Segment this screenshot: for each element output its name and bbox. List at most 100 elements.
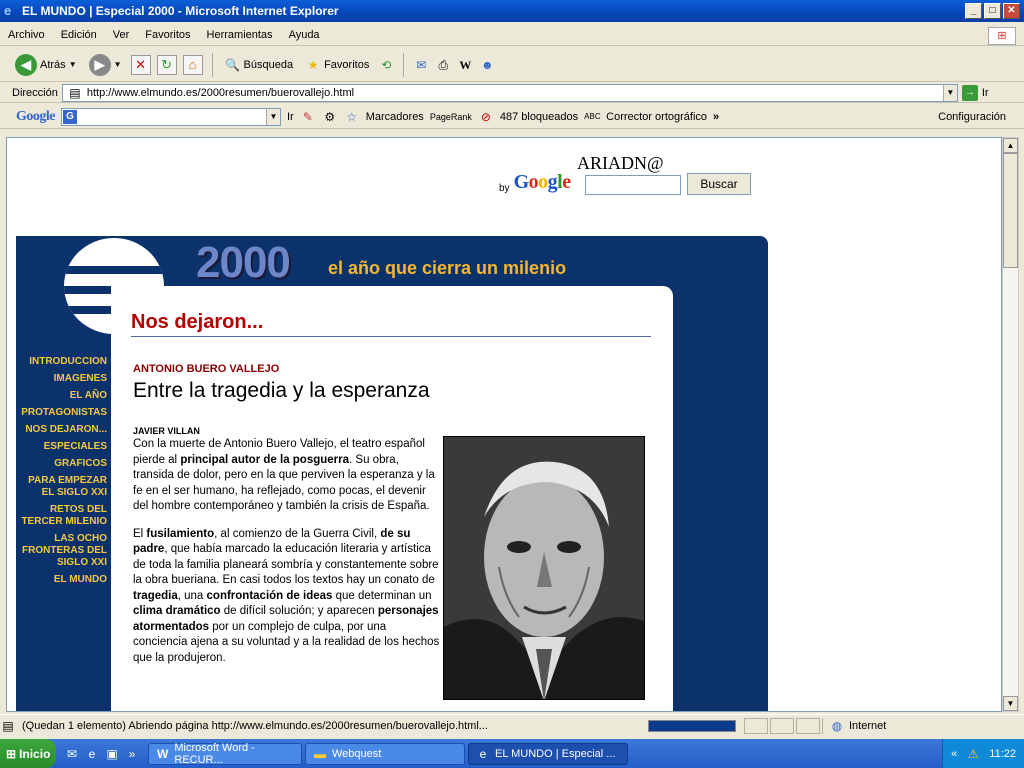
- article-byline: JAVIER VILLAN: [133, 426, 200, 436]
- search-site-icon[interactable]: ⚙: [322, 109, 338, 125]
- close-button[interactable]: ✕: [1003, 3, 1020, 19]
- forward-button[interactable]: ▶ ▼: [86, 53, 125, 76]
- bookmarks-menu[interactable]: Marcadores: [366, 111, 424, 123]
- nav-especiales[interactable]: ESPECIALES: [16, 441, 110, 453]
- buscar-button[interactable]: Buscar: [687, 173, 751, 195]
- loading-page-icon: ▤: [2, 718, 14, 733]
- article-body: Con la muerte de Antonio Buero Vallejo, …: [133, 437, 441, 678]
- section-divider: [131, 336, 651, 337]
- elmundo-2000-banner: 2000 el año que cierra un milenio INTROD…: [16, 236, 768, 711]
- nav-el-mundo[interactable]: EL MUNDO: [16, 574, 110, 586]
- print-icon[interactable]: ⎙: [435, 57, 451, 73]
- popup-blocked-count[interactable]: 487 bloqueados: [500, 111, 578, 123]
- window-titlebar[interactable]: e EL MUNDO | Especial 2000 - Microsoft I…: [0, 0, 1024, 22]
- section-title: Nos dejaron...: [131, 311, 264, 333]
- minimize-button[interactable]: _: [965, 3, 982, 19]
- windows-logo-icon: ⊞: [988, 27, 1016, 45]
- word-edit-icon[interactable]: W: [457, 57, 473, 73]
- nav-retos[interactable]: RETOS DEL TERCER MILENIO: [16, 504, 110, 528]
- menu-favoritos[interactable]: Favoritos: [137, 29, 198, 41]
- stop-icon[interactable]: ✕: [130, 54, 151, 75]
- favorites-label: Favoritos: [324, 58, 370, 71]
- google-logo: Google: [513, 171, 572, 193]
- task-word[interactable]: W Microsoft Word - RECUR...: [148, 741, 302, 766]
- back-button[interactable]: ◀ Atrás ▼: [12, 53, 80, 76]
- google-search-input[interactable]: G ▼: [61, 107, 281, 126]
- section-nav: INTRODUCCION IMAGENES EL AÑO PROTAGONIST…: [16, 356, 110, 591]
- more-quicklaunch-icon[interactable]: »: [124, 746, 140, 762]
- start-button[interactable]: ⊞ Inicio: [0, 739, 56, 768]
- nav-para-empezar[interactable]: PARA EMPEZAR EL SIGLO XXI: [16, 475, 110, 499]
- window-title: EL MUNDO | Especial 2000 - Microsoft Int…: [22, 4, 339, 18]
- news-icon[interactable]: ✎: [300, 109, 316, 125]
- spellcheck-button[interactable]: Corrector ortográfico: [606, 111, 707, 123]
- refresh-icon[interactable]: ↻: [156, 54, 177, 75]
- favorites-button[interactable]: ★ Favoritos: [302, 57, 372, 73]
- menu-archivo[interactable]: Archivo: [0, 29, 53, 41]
- menu-ayuda[interactable]: Ayuda: [281, 29, 328, 41]
- task-webquest[interactable]: ▬ Webquest: [305, 742, 465, 765]
- scroll-up-arrow-icon[interactable]: ▲: [1003, 138, 1018, 153]
- nav-graficos[interactable]: GRAFICOS: [16, 458, 110, 470]
- home-icon[interactable]: ⌂: [182, 54, 203, 75]
- toolbar-separator: [403, 52, 405, 77]
- bookmark-star-icon: ☆: [346, 109, 358, 124]
- back-dropdown-icon[interactable]: ▼: [69, 60, 77, 69]
- address-bar: Dirección ▤ http://www.elmundo.es/2000re…: [0, 83, 1024, 103]
- nav-fronteras[interactable]: LAS OCHO FRONTERAS DEL SIGLO XXI: [16, 533, 110, 569]
- nav-el-ano[interactable]: EL AÑO: [16, 390, 110, 402]
- task-elmundo[interactable]: e EL MUNDO | Especial ...: [468, 742, 628, 765]
- tray-expand-icon[interactable]: «: [951, 748, 957, 760]
- more-chevron-icon[interactable]: »: [713, 111, 719, 123]
- scroll-thumb[interactable]: [1003, 153, 1018, 268]
- nav-imagenes[interactable]: IMAGENES: [16, 373, 110, 385]
- status-cell: [770, 717, 794, 734]
- ie-quicklaunch-icon[interactable]: e: [84, 746, 100, 762]
- status-cell: [796, 717, 820, 734]
- outlook-icon[interactable]: ✉: [64, 746, 80, 762]
- mail-icon[interactable]: ✉: [413, 57, 429, 73]
- windows-flag-icon: ⊞: [6, 746, 17, 761]
- ariadna-title: ARIADN@: [577, 153, 664, 173]
- task-word-label: Microsoft Word - RECUR...: [174, 741, 255, 766]
- nav-introduccion[interactable]: INTRODUCCION: [16, 356, 110, 368]
- nav-nos-dejaron[interactable]: NOS DEJARON...: [16, 424, 110, 436]
- google-settings-button[interactable]: Configuración: [938, 111, 1024, 123]
- pagerank-indicator[interactable]: PageRank: [430, 112, 472, 122]
- go-button[interactable]: Ir: [982, 87, 989, 99]
- ariadna-search-input[interactable]: [585, 175, 681, 195]
- address-dropdown-icon[interactable]: ▼: [942, 84, 957, 101]
- loading-progress-bar: [648, 719, 736, 732]
- nav-protagonistas[interactable]: PROTAGONISTAS: [16, 407, 110, 419]
- desktop-icon[interactable]: ▣: [104, 746, 120, 762]
- menu-herramientas[interactable]: Herramientas: [199, 29, 281, 41]
- ie-icon: e: [4, 3, 12, 18]
- quick-launch: ✉ e ▣ »: [56, 746, 148, 762]
- vertical-scrollbar[interactable]: ▲ ▼: [1002, 137, 1019, 712]
- page-icon: ▤: [69, 85, 81, 100]
- logo-2000: 2000: [196, 238, 291, 287]
- forward-dropdown-icon[interactable]: ▼: [114, 60, 122, 69]
- maximize-button[interactable]: □: [984, 3, 1001, 19]
- address-label: Dirección: [12, 86, 58, 99]
- clock[interactable]: 11:22: [989, 748, 1016, 760]
- warning-icon[interactable]: ⚠: [965, 746, 981, 762]
- history-icon[interactable]: ⟲: [378, 57, 394, 73]
- taskbar: ⊞ Inicio ✉ e ▣ » W Microsoft Word - RECU…: [0, 739, 1024, 768]
- google-go-button[interactable]: Ir: [287, 111, 294, 123]
- by-google-logo: by Google: [499, 171, 571, 194]
- scroll-down-arrow-icon[interactable]: ▼: [1003, 696, 1018, 711]
- google-search-dropdown-icon[interactable]: ▼: [266, 108, 280, 125]
- author-portrait-photo: [443, 436, 645, 700]
- search-button[interactable]: 🔍 Búsqueda: [222, 57, 297, 73]
- messenger-icon[interactable]: ☻: [479, 57, 495, 73]
- task-elmundo-label: EL MUNDO | Especial ...: [495, 747, 616, 760]
- google-toolbar-logo[interactable]: Google: [16, 109, 56, 125]
- address-input[interactable]: ▤ http://www.elmundo.es/2000resumen/buer…: [61, 83, 958, 102]
- go-arrow-icon[interactable]: →: [961, 84, 978, 101]
- back-arrow-icon: ◀: [15, 53, 37, 76]
- menu-edicion[interactable]: Edición: [53, 29, 105, 41]
- menubar: Archivo Edición Ver Favoritos Herramient…: [0, 24, 1024, 46]
- menu-ver[interactable]: Ver: [105, 29, 138, 41]
- status-cell: [744, 717, 768, 734]
